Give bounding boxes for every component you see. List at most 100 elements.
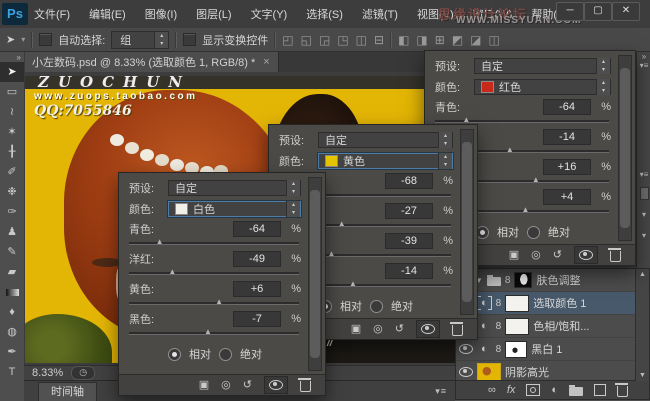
group-mask-thumbnail[interactable] <box>514 272 533 288</box>
color-select[interactable]: 红色 ▴ ▾ <box>474 78 611 95</box>
add-mask-icon[interactable] <box>526 384 541 396</box>
toggle-icon[interactable] <box>637 187 650 202</box>
minimize-button[interactable]: ─ <box>556 2 584 21</box>
cyan-slider[interactable]: ▲ <box>129 236 299 249</box>
dialog-scrollbar[interactable] <box>308 177 322 371</box>
absolute-radio[interactable] <box>219 347 232 361</box>
gradient-tool[interactable] <box>0 282 24 302</box>
yellow-value[interactable]: -39 <box>385 232 433 249</box>
layer-row-hue-saturation[interactable]: ◐ 8 色相/饱和... <box>456 315 649 338</box>
absolute-radio[interactable] <box>370 299 383 313</box>
marquee-tool[interactable]: ▭ <box>0 82 24 102</box>
scroll-up-icon[interactable]: ▲ <box>636 271 649 278</box>
clip-to-layer-icon[interactable]: ▣ <box>509 246 519 264</box>
black-value[interactable]: +4 <box>543 188 591 205</box>
layer-mask-thumbnail[interactable] <box>505 294 530 312</box>
dodge-tool[interactable]: ◍ <box>0 322 24 342</box>
delete-layer-icon[interactable] <box>615 383 629 397</box>
visibility-cell[interactable] <box>459 367 473 377</box>
menu-edit[interactable]: 编辑(E) <box>89 6 126 22</box>
menu-layer[interactable]: 图层(L) <box>196 6 231 22</box>
spinner-icon[interactable]: ▴ ▾ <box>286 179 300 196</box>
clock-icon[interactable]: ◷ <box>71 366 96 380</box>
distribute-right-icon[interactable]: ◫ <box>489 33 500 47</box>
type-tool[interactable]: T <box>0 362 24 382</box>
distribute-left-icon[interactable]: ◩ <box>452 33 463 47</box>
layer-style-icon[interactable]: fx <box>507 384 516 396</box>
yellow-slider[interactable]: ▲ <box>129 296 299 309</box>
blur-tool[interactable]: ♦ <box>0 302 24 322</box>
slider-thumb[interactable]: ▲ <box>327 249 335 258</box>
lasso-tool[interactable]: ≀ <box>0 102 24 122</box>
panel-menu-icon[interactable]: ▾≡ <box>637 61 650 70</box>
menu-file[interactable]: 文件(F) <box>34 6 70 22</box>
yellow-value[interactable]: +16 <box>543 158 591 175</box>
spinner-icon[interactable]: ▴ ▾ <box>286 200 300 217</box>
relative-radio[interactable] <box>168 347 181 361</box>
slider-thumb[interactable]: ▲ <box>156 237 164 246</box>
slider-thumb[interactable]: ▲ <box>521 205 529 214</box>
reset-icon[interactable]: ↺ <box>243 376 252 394</box>
view-previous-state-icon[interactable]: ◎ <box>531 246 541 264</box>
slider-thumb[interactable]: ▲ <box>215 297 223 306</box>
clone-stamp-tool[interactable]: ♟ <box>0 222 24 242</box>
black-slider[interactable]: ▲ <box>129 326 299 339</box>
menu-filter[interactable]: 滤镜(T) <box>362 6 398 22</box>
delete-adjustment-icon[interactable] <box>298 378 311 392</box>
eraser-tool[interactable]: ▰ <box>0 262 24 282</box>
preset-select[interactable]: 自定 ▴ ▾ <box>474 57 611 74</box>
close-button[interactable]: ✕ <box>612 2 640 21</box>
slider-thumb[interactable]: ▲ <box>349 279 357 288</box>
dropdown-button-icon[interactable]: ▾ <box>637 210 650 219</box>
reset-icon[interactable]: ↺ <box>553 246 562 264</box>
panel-menu-icon[interactable]: ▾≡ <box>637 170 650 179</box>
black-value[interactable]: -7 <box>233 310 281 327</box>
eye-icon[interactable] <box>459 344 473 354</box>
layers-scrollbar[interactable]: ▲ ▼ <box>635 269 649 381</box>
layer-row-selective-color[interactable]: ◐ 8 选取颜色 1 <box>456 292 649 315</box>
align-right-edges-icon[interactable]: ⊟ <box>374 33 384 47</box>
spinner-icon[interactable]: ▴ ▾ <box>596 78 610 95</box>
new-adjustment-icon[interactable]: ◐ <box>551 384 558 396</box>
spinner-icon[interactable]: ▴ ▾ <box>154 31 169 48</box>
yellow-value[interactable]: +6 <box>233 280 281 297</box>
align-top-edges-icon[interactable]: ◰ <box>282 33 293 47</box>
slider-thumb[interactable]: ▲ <box>168 267 176 276</box>
magenta-value[interactable]: -14 <box>543 128 591 145</box>
slider-thumb[interactable]: ▲ <box>462 115 470 124</box>
layer-mask-thumbnail[interactable] <box>505 340 528 358</box>
layer-row-group[interactable]: ▼ 8 肤色调整 <box>456 269 649 292</box>
delete-adjustment-icon[interactable] <box>608 248 621 262</box>
timeline-tab[interactable]: 时间轴 <box>38 382 97 401</box>
zoom-level[interactable]: 8.33% <box>32 367 63 379</box>
menu-select[interactable]: 选择(S) <box>306 6 343 22</box>
new-group-icon[interactable] <box>569 384 584 396</box>
show-transform-checkbox[interactable] <box>183 33 197 46</box>
brush-tool[interactable]: ✑ <box>0 202 24 222</box>
preset-select[interactable]: 自定 ▴ ▾ <box>318 131 453 148</box>
slider-thumb[interactable]: ▲ <box>338 219 346 228</box>
cyan-value[interactable]: -64 <box>233 220 281 237</box>
tool-preset-arrow-icon[interactable]: ▾ <box>21 35 25 44</box>
distribute-top-icon[interactable]: ◧ <box>398 33 409 47</box>
collapse-panels-icon[interactable]: » <box>637 52 650 61</box>
cyan-value[interactable]: -68 <box>385 172 433 189</box>
delete-adjustment-icon[interactable] <box>450 322 463 336</box>
distribute-vcenter-icon[interactable]: ◨ <box>416 33 427 47</box>
align-left-edges-icon[interactable]: ◳ <box>337 33 348 47</box>
tab-close-icon[interactable]: × <box>263 56 269 68</box>
move-tool[interactable]: ➤ <box>0 62 24 82</box>
visibility-toggle[interactable] <box>416 320 440 338</box>
auto-select-dropdown[interactable]: 组 ▴ ▾ <box>111 30 170 49</box>
visibility-cell[interactable] <box>459 344 473 354</box>
layer-mask-thumbnail[interactable] <box>505 317 530 335</box>
eye-icon[interactable] <box>459 367 473 377</box>
magenta-value[interactable]: -27 <box>385 202 433 219</box>
eyedropper-tool[interactable]: ✐ <box>0 162 24 182</box>
magic-wand-tool[interactable]: ✶ <box>0 122 24 142</box>
dialog-scrollbar[interactable] <box>618 55 632 241</box>
layer-row-black-white[interactable]: ◐ 8 黑白 1 <box>456 338 649 361</box>
preset-select[interactable]: 自定 ▴ ▾ <box>168 179 301 196</box>
slider-thumb[interactable]: ▲ <box>204 327 212 336</box>
slider-thumb[interactable]: ▲ <box>532 175 540 184</box>
